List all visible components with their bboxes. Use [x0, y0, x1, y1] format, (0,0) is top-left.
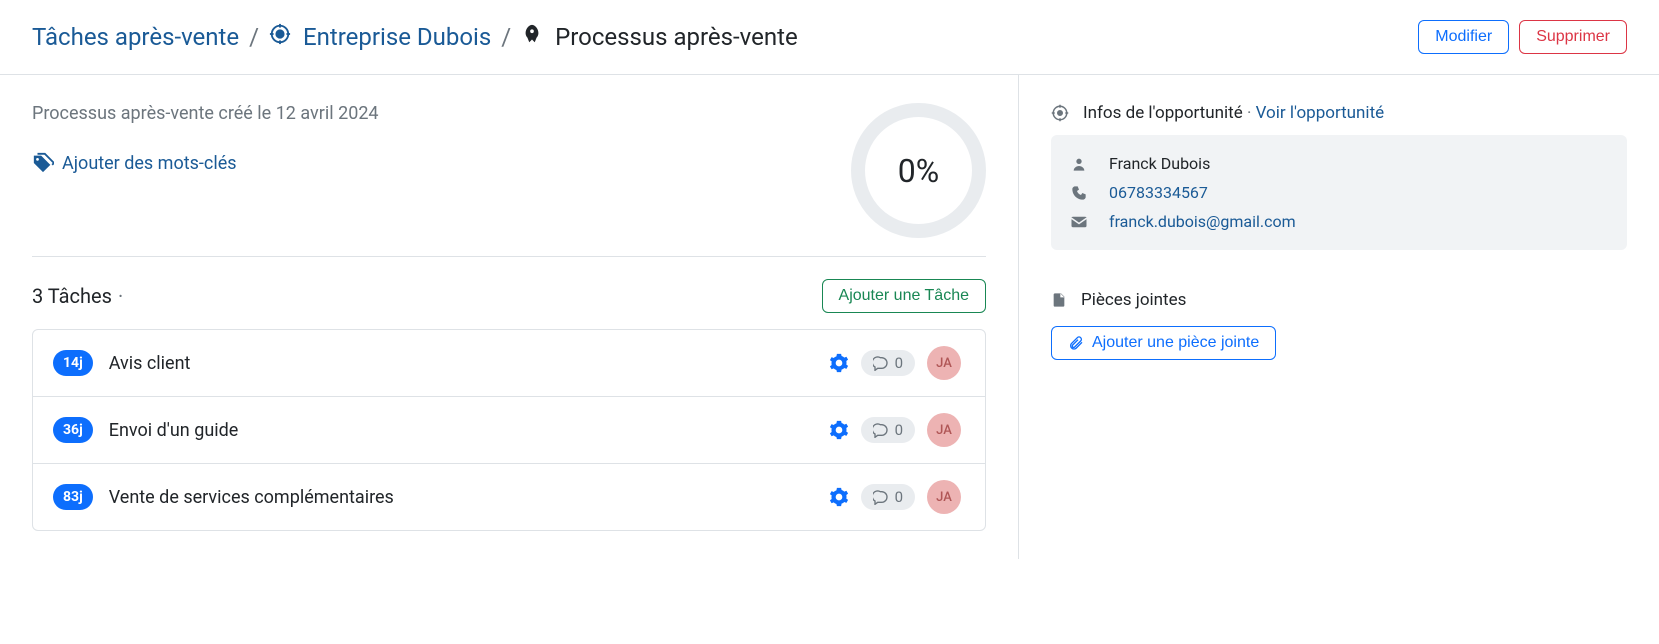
task-title: Envoi d'un guide	[109, 420, 239, 441]
opportunity-info-box: Franck Dubois 06783334567 franck.dubois@…	[1051, 135, 1627, 250]
add-tags-label: Ajouter des mots-clés	[62, 153, 237, 174]
tags-icon	[32, 152, 54, 174]
contact-name: Franck Dubois	[1109, 154, 1210, 173]
breadcrumb-separator: /	[249, 23, 259, 51]
progress-donut: 0%	[851, 103, 986, 238]
tasks-header: 3 Tâches· Ajouter une Tâche	[32, 279, 986, 313]
task-comments-count: 0	[895, 421, 903, 439]
task-comments[interactable]: 0	[861, 417, 915, 443]
task-row[interactable]: 83j Vente de services complémentaires 0 …	[33, 464, 985, 530]
summary-row: Processus après-vente créé le 12 avril 2…	[32, 103, 986, 257]
gear-icon[interactable]	[829, 420, 849, 440]
breadcrumb: Tâches après-vente / Entreprise Dubois /…	[32, 23, 798, 51]
breadcrumb-opportunity-label: Entreprise Dubois	[303, 23, 491, 51]
task-row[interactable]: 36j Envoi d'un guide 0 JA	[33, 397, 985, 464]
task-days-badge: 36j	[53, 417, 93, 443]
phone-icon	[1069, 185, 1089, 201]
task-comments-count: 0	[895, 354, 903, 372]
edit-button[interactable]: Modifier	[1418, 20, 1509, 54]
task-assignee-avatar[interactable]: JA	[927, 480, 961, 514]
task-assignee-avatar[interactable]: JA	[927, 346, 961, 380]
add-task-button[interactable]: Ajouter une Tâche	[822, 279, 986, 313]
task-comments-count: 0	[895, 488, 903, 506]
paperclip-icon	[1068, 335, 1084, 351]
task-days-badge: 14j	[53, 350, 93, 376]
task-list: 14j Avis client 0 JA 36j En	[32, 329, 986, 531]
contact-email[interactable]: franck.dubois@gmail.com	[1109, 212, 1296, 231]
attachments-section: Pièces jointes Ajouter une pièce jointe	[1051, 290, 1627, 360]
header-actions: Modifier Supprimer	[1418, 20, 1627, 54]
breadcrumb-opportunity[interactable]: Entreprise Dubois	[269, 23, 491, 51]
attachments-header: Pièces jointes	[1051, 290, 1627, 310]
contact-name-row: Franck Dubois	[1069, 149, 1609, 178]
gear-icon[interactable]	[829, 487, 849, 507]
add-attachment-label: Ajouter une pièce jointe	[1092, 334, 1259, 352]
page-header: Tâches après-vente / Entreprise Dubois /…	[0, 0, 1659, 75]
file-icon	[1051, 291, 1067, 309]
delete-button[interactable]: Supprimer	[1519, 20, 1627, 54]
contact-phone[interactable]: 06783334567	[1109, 183, 1208, 202]
task-title: Avis client	[109, 353, 191, 374]
attachments-title: Pièces jointes	[1081, 290, 1186, 310]
sidebar: Infos de l'opportunité · Voir l'opportun…	[1019, 75, 1659, 559]
breadcrumb-separator: /	[501, 23, 511, 51]
page-title: Processus après-vente	[555, 23, 798, 51]
breadcrumb-current: Processus après-vente	[521, 23, 798, 51]
add-attachment-button[interactable]: Ajouter une pièce jointe	[1051, 326, 1276, 360]
breadcrumb-root[interactable]: Tâches après-vente	[32, 23, 239, 51]
user-icon	[1069, 156, 1089, 172]
opportunity-info-label: Infos de l'opportunité	[1083, 103, 1243, 123]
task-row[interactable]: 14j Avis client 0 JA	[33, 330, 985, 397]
target-icon	[1051, 104, 1069, 122]
tasks-count: 3 Tâches·	[32, 284, 123, 308]
task-comments[interactable]: 0	[861, 484, 915, 510]
tasks-count-label: 3 Tâches	[32, 284, 112, 308]
task-title: Vente de services complémentaires	[109, 487, 394, 508]
main-panel: Processus après-vente créé le 12 avril 2…	[0, 75, 1019, 559]
task-assignee-avatar[interactable]: JA	[927, 413, 961, 447]
opportunity-info-header: Infos de l'opportunité · Voir l'opportun…	[1051, 103, 1627, 123]
view-opportunity-link[interactable]: Voir l'opportunité	[1256, 103, 1385, 123]
target-icon	[269, 23, 291, 45]
gear-icon[interactable]	[829, 353, 849, 373]
envelope-icon	[1069, 213, 1089, 231]
contact-email-row: franck.dubois@gmail.com	[1069, 207, 1609, 236]
content: Processus après-vente créé le 12 avril 2…	[0, 75, 1659, 559]
created-date: Processus après-vente créé le 12 avril 2…	[32, 103, 379, 124]
task-days-badge: 83j	[53, 484, 93, 510]
progress-label: 0%	[898, 152, 939, 190]
contact-phone-row: 06783334567	[1069, 178, 1609, 207]
add-tags-link[interactable]: Ajouter des mots-clés	[32, 152, 237, 174]
task-comments[interactable]: 0	[861, 350, 915, 376]
rocket-icon	[521, 23, 543, 45]
